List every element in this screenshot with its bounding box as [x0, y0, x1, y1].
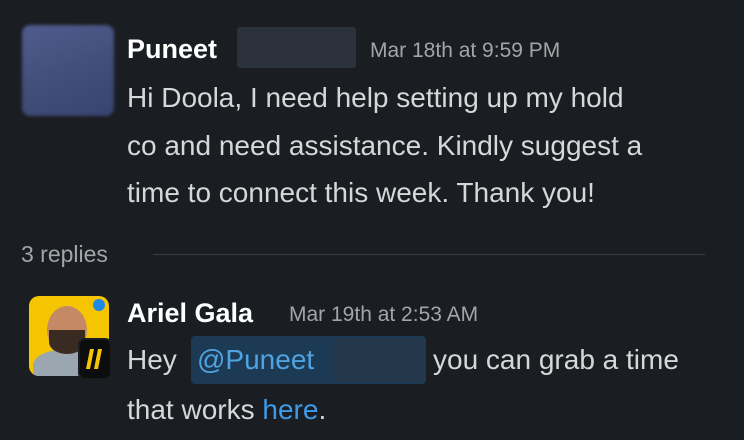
message-ariel-gala[interactable]: Ariel Gala Mar 19th at 2:53 AM Hey @Pune…: [0, 282, 744, 440]
message-puneet[interactable]: Puneet Mar 18th at 9:59 PM Hi Doola, I n…: [0, 0, 744, 230]
reply-prefix: Hey: [127, 344, 177, 375]
reply-text-line: you can grab a time: [433, 344, 679, 375]
redacted-surname: [333, 338, 426, 382]
reply-line2-suffix: .: [318, 394, 327, 425]
thread-replies-divider: 3 replies: [21, 238, 705, 272]
message-text-line: co and need assistance. Kindly suggest a: [127, 130, 643, 161]
message-timestamp[interactable]: Mar 19th at 2:53 AM: [289, 303, 478, 327]
mention-text[interactable]: @Puneet: [197, 344, 314, 376]
message-timestamp[interactable]: Mar 18th at 9:59 PM: [370, 39, 560, 63]
reply-text-line2: that works here.: [127, 394, 326, 426]
redacted-surname: [237, 27, 356, 68]
avatar-puneet[interactable]: [22, 25, 114, 116]
user-mention[interactable]: @Puneet: [191, 336, 426, 384]
reply-line2-prefix: that works: [127, 394, 263, 425]
app-badge-icon: [78, 338, 112, 380]
status-dot-icon: [93, 299, 105, 311]
message-text-line: Hi Doola, I need help setting up my hold: [127, 82, 624, 113]
replies-count[interactable]: 3 replies: [21, 241, 108, 268]
author-name[interactable]: Puneet: [127, 34, 217, 65]
message-text-line: time to connect this week. Thank you!: [127, 177, 595, 208]
author-name[interactable]: Ariel Gala: [127, 298, 253, 329]
divider-line: [153, 254, 705, 255]
here-link[interactable]: here: [262, 394, 318, 425]
